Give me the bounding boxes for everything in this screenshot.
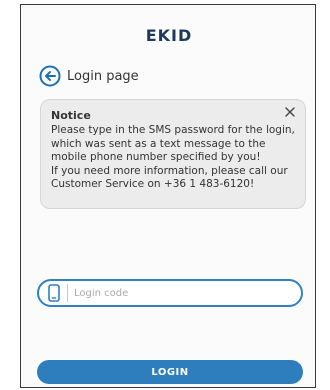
field-divider xyxy=(67,284,68,302)
notice-box: Notice Please type in the SMS password f… xyxy=(40,99,306,209)
notice-title: Notice xyxy=(51,109,91,122)
back-to-login-page-link[interactable]: Login page xyxy=(39,65,139,87)
login-code-input[interactable] xyxy=(74,287,274,299)
back-link-label[interactable]: Login page xyxy=(67,69,139,84)
close-icon[interactable] xyxy=(283,104,297,118)
notice-text: Please type in the SMS password for the … xyxy=(51,124,295,190)
login-button[interactable]: LOGIN xyxy=(37,360,303,384)
brand-title: EKID xyxy=(145,26,193,45)
arrow-left-circle-icon[interactable] xyxy=(39,65,61,87)
mobile-phone-icon xyxy=(47,284,61,302)
login-code-field[interactable] xyxy=(37,279,303,307)
login-panel: EKID Login page Notice Please type in th… xyxy=(20,4,316,388)
